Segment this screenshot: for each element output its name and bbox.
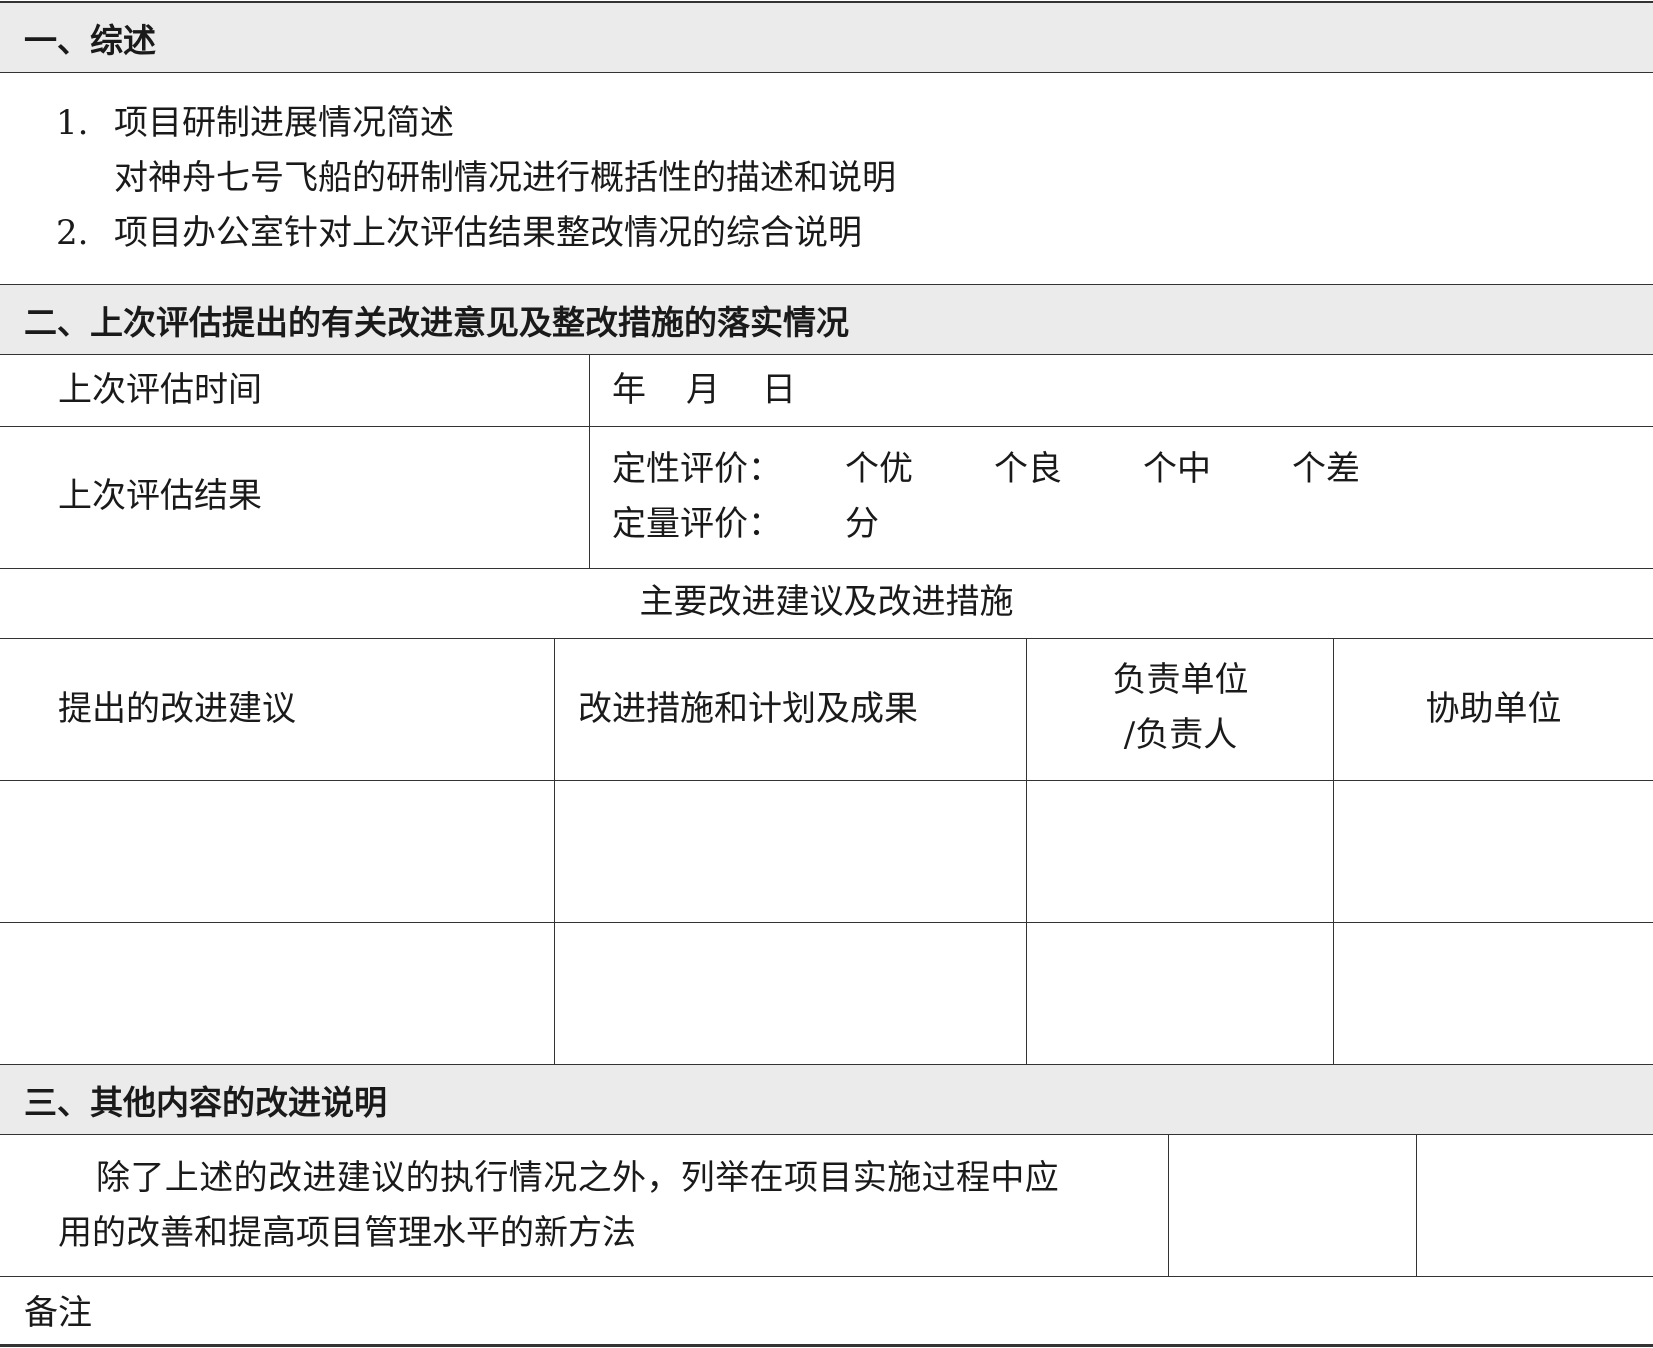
subtable-title: 主要改进建议及改进措施 bbox=[639, 582, 1014, 622]
label-column-divider bbox=[589, 354, 590, 568]
item-1-number: 1. bbox=[56, 103, 89, 143]
column-divider bbox=[1416, 1134, 1417, 1276]
qual-poor: 个差 bbox=[1292, 449, 1360, 489]
item-2-title: 项目办公室针对上次评估结果整改情况的综合说明 bbox=[114, 213, 862, 253]
bottom-border bbox=[0, 1344, 1653, 1347]
section-2-header: 二、上次评估提出的有关改进意见及整改措施的落实情况 bbox=[0, 285, 1653, 354]
quant-unit: 分 bbox=[845, 504, 879, 544]
col-header-assist: 协助单位 bbox=[1425, 689, 1562, 729]
column-divider bbox=[1333, 638, 1334, 1064]
section-1-title: 一、综述 bbox=[24, 20, 156, 60]
last-eval-result-label: 上次评估结果 bbox=[58, 476, 262, 516]
column-divider bbox=[554, 638, 555, 1064]
section-2-title: 二、上次评估提出的有关改进意见及整改措施的落实情况 bbox=[24, 302, 849, 342]
date-year: 年 bbox=[612, 370, 646, 410]
item-2-number: 2. bbox=[56, 213, 89, 253]
divider bbox=[0, 780, 1653, 781]
qual-excellent: 个优 bbox=[845, 449, 913, 489]
divider bbox=[0, 426, 1653, 427]
section-1-header: 一、综述 bbox=[0, 3, 1653, 72]
qual-medium: 个中 bbox=[1143, 449, 1211, 489]
qual-good: 个良 bbox=[994, 449, 1062, 489]
remarks-label: 备注 bbox=[24, 1293, 92, 1333]
section-3-text-line1: 除了上述的改进建议的执行情况之外，列举在项目实施过程中应 bbox=[96, 1158, 1060, 1198]
item-1-title: 项目研制进展情况简述 bbox=[114, 103, 454, 143]
item-1-description: 对神舟七号飞船的研制情况进行概括性的描述和说明 bbox=[114, 158, 896, 198]
divider bbox=[0, 1134, 1653, 1135]
date-month: 月 bbox=[686, 370, 720, 410]
divider bbox=[0, 638, 1653, 639]
divider bbox=[0, 354, 1653, 355]
date-day: 日 bbox=[762, 370, 796, 410]
section-3-header: 三、其他内容的改进说明 bbox=[0, 1065, 1653, 1134]
quantitative-label: 定量评价： bbox=[612, 504, 782, 544]
divider bbox=[0, 1276, 1653, 1277]
evaluation-form: 一、综述 1. 项目研制进展情况简述 对神舟七号飞船的研制情况进行概括性的描述和… bbox=[0, 0, 1653, 1348]
col-header-suggestion: 提出的改进建议 bbox=[58, 689, 296, 729]
column-divider bbox=[1168, 1134, 1169, 1276]
divider bbox=[0, 922, 1653, 923]
qualitative-label: 定性评价： bbox=[612, 449, 782, 489]
column-divider bbox=[1026, 638, 1027, 1064]
divider bbox=[0, 568, 1653, 569]
col-header-responsible-line1: 负责单位 bbox=[1112, 660, 1249, 700]
divider bbox=[0, 72, 1653, 73]
last-eval-time-label: 上次评估时间 bbox=[58, 370, 262, 410]
col-header-responsible-line2: /负责人 bbox=[1123, 715, 1238, 755]
section-3-text-line2: 用的改善和提高项目管理水平的新方法 bbox=[58, 1213, 636, 1253]
col-header-measures: 改进措施和计划及成果 bbox=[578, 689, 918, 729]
section-3-title: 三、其他内容的改进说明 bbox=[24, 1082, 387, 1122]
